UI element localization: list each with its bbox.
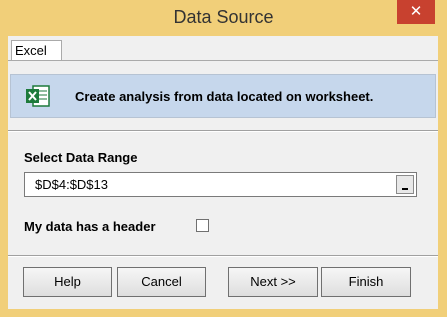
excel-icon (26, 85, 50, 107)
dialog-client-area: Excel Create analysis from data located … (8, 36, 438, 309)
select-range-label: Select Data Range (24, 150, 138, 165)
data-range-value: $D$4:$D$13 (35, 177, 108, 192)
info-banner: Create analysis from data located on wor… (10, 74, 436, 118)
next-button-label: Next >> (250, 274, 296, 289)
header-option-label: My data has a header (24, 219, 156, 234)
data-source-dialog: Data Source ✕ Excel Create analysis from… (0, 0, 447, 317)
title-bar[interactable]: Data Source ✕ (0, 0, 447, 36)
close-button[interactable]: ✕ (397, 0, 435, 24)
help-button-label: Help (54, 274, 81, 289)
window-title: Data Source (173, 7, 274, 27)
help-button[interactable]: Help (23, 267, 112, 297)
banner-text: Create analysis from data located on wor… (75, 89, 374, 104)
finish-button-label: Finish (348, 274, 384, 289)
separator-bottom (8, 255, 438, 257)
data-range-input[interactable]: $D$4:$D$13 (24, 172, 417, 197)
cancel-button-label: Cancel (141, 274, 182, 289)
header-checkbox[interactable] (196, 219, 209, 232)
collapse-icon (402, 188, 408, 190)
tab-panel: Create analysis from data located on wor… (8, 60, 438, 309)
range-picker-button[interactable] (396, 175, 414, 194)
tab-excel[interactable]: Excel (11, 40, 62, 60)
finish-button[interactable]: Finish (321, 267, 411, 297)
cancel-button[interactable]: Cancel (117, 267, 206, 297)
separator-top (8, 130, 438, 132)
next-button[interactable]: Next >> (228, 267, 318, 297)
